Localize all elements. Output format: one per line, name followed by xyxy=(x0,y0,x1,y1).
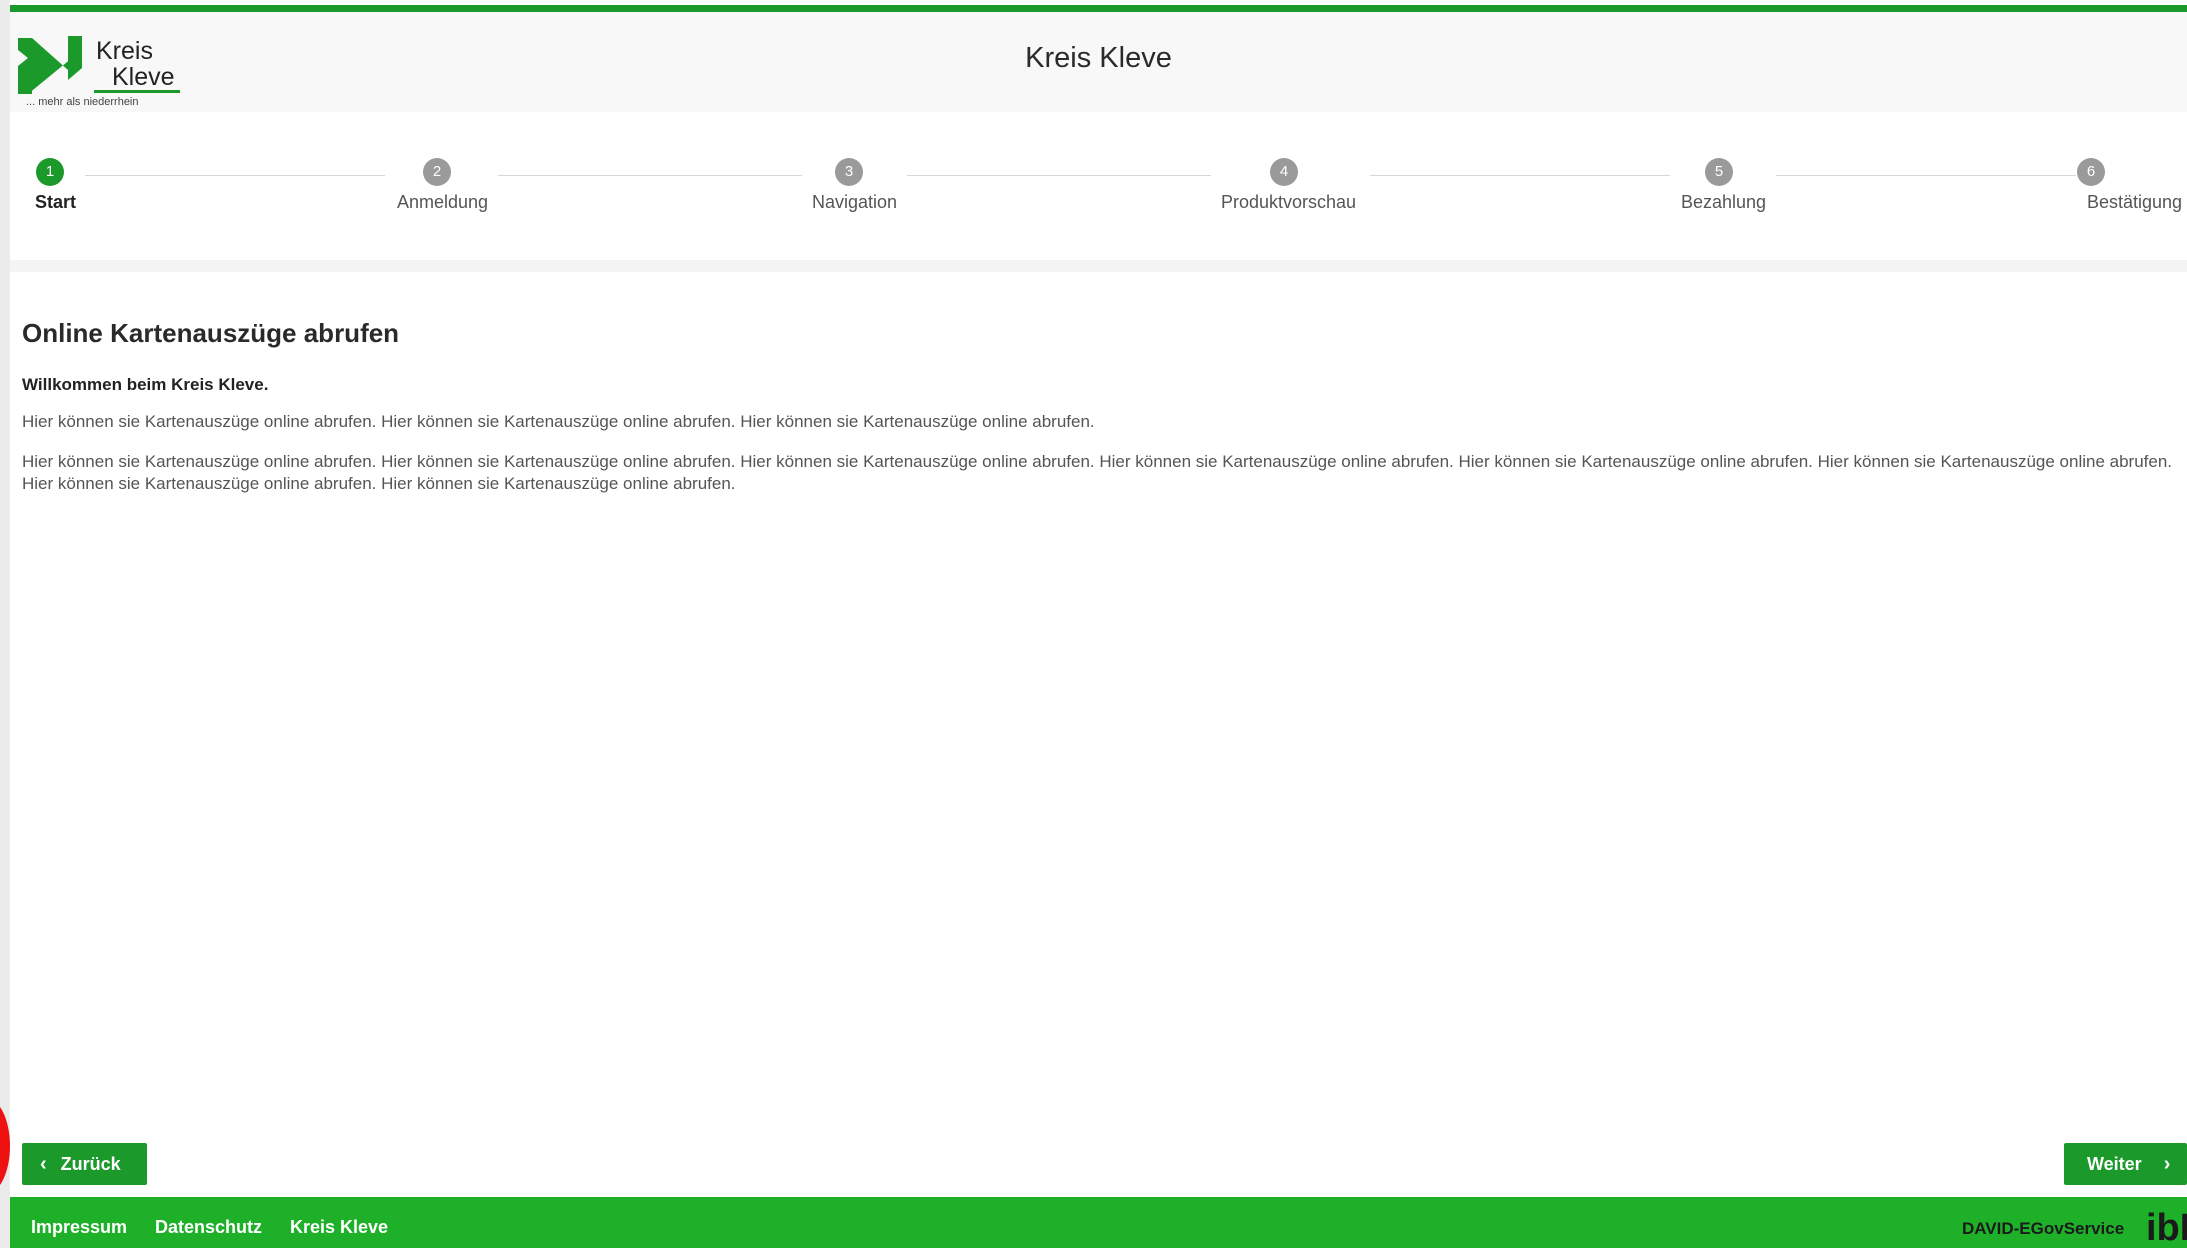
step-3-label[interactable]: Navigation xyxy=(812,192,897,213)
step-4-circle[interactable]: 4 xyxy=(1270,158,1298,186)
chevron-right-icon: › xyxy=(2163,1153,2171,1175)
step-1-label[interactable]: Start xyxy=(35,192,76,213)
step-connector xyxy=(1370,175,1670,176)
step-5-label[interactable]: Bezahlung xyxy=(1681,192,1766,213)
footer-link-datenschutz[interactable]: Datenschutz xyxy=(155,1197,262,1248)
next-button[interactable]: Weiter › xyxy=(2064,1143,2187,1185)
footer-link-kreis-kleve[interactable]: Kreis Kleve xyxy=(290,1197,388,1248)
section-divider xyxy=(10,260,2187,272)
info-paragraph: Hier können sie Kartenauszüge online abr… xyxy=(22,452,2173,493)
step-2-circle[interactable]: 2 xyxy=(423,158,451,186)
logo-underline xyxy=(94,90,180,93)
chevron-left-icon: ‹ xyxy=(40,1153,47,1175)
step-connector xyxy=(907,175,1211,176)
step-connector xyxy=(85,175,385,176)
footer: Impressum Datenschutz Kreis Kleve DAVID-… xyxy=(10,1197,2187,1248)
page: Kreis Kleve ... mehr als niederrhein Kre… xyxy=(0,0,2187,1248)
main-content: Online Kartenauszüge abrufen Willkommen … xyxy=(22,318,2182,495)
logo-tagline: ... mehr als niederrhein xyxy=(26,96,139,108)
ibr-logo[interactable]: ibR xyxy=(2146,1199,2187,1248)
step-3-circle[interactable]: 3 xyxy=(835,158,863,186)
step-4-label[interactable]: Produktvorschau xyxy=(1221,192,1356,213)
page-title: Online Kartenauszüge abrufen xyxy=(22,318,400,348)
progress-stepper: 1 Start 2 Anmeldung 3 Navigation 4 Produ… xyxy=(10,112,2187,260)
step-connector xyxy=(1776,175,2076,176)
footer-service-name: DAVID-EGovService xyxy=(1962,1219,2125,1238)
footer-link-impressum[interactable]: Impressum xyxy=(31,1197,127,1248)
back-button-label: Zurück xyxy=(60,1154,121,1174)
intro-paragraph: Hier können sie Kartenauszüge online abr… xyxy=(22,412,1095,431)
left-rail xyxy=(0,0,10,1248)
step-6-label[interactable]: Bestätigung xyxy=(2087,192,2182,213)
next-button-label: Weiter xyxy=(2087,1154,2142,1174)
welcome-text: Willkommen beim Kreis Kleve. xyxy=(22,375,269,394)
back-button[interactable]: ‹ Zurück xyxy=(22,1143,147,1185)
step-connector xyxy=(498,175,802,176)
top-accent-bar xyxy=(10,5,2187,12)
step-6-circle[interactable]: 6 xyxy=(2077,158,2105,186)
header: Kreis Kleve ... mehr als niederrhein Kre… xyxy=(10,12,2187,112)
step-1-circle[interactable]: 1 xyxy=(36,158,64,186)
step-2-label[interactable]: Anmeldung xyxy=(397,192,488,213)
header-title: Kreis Kleve xyxy=(1025,42,1172,74)
step-5-circle[interactable]: 5 xyxy=(1705,158,1733,186)
